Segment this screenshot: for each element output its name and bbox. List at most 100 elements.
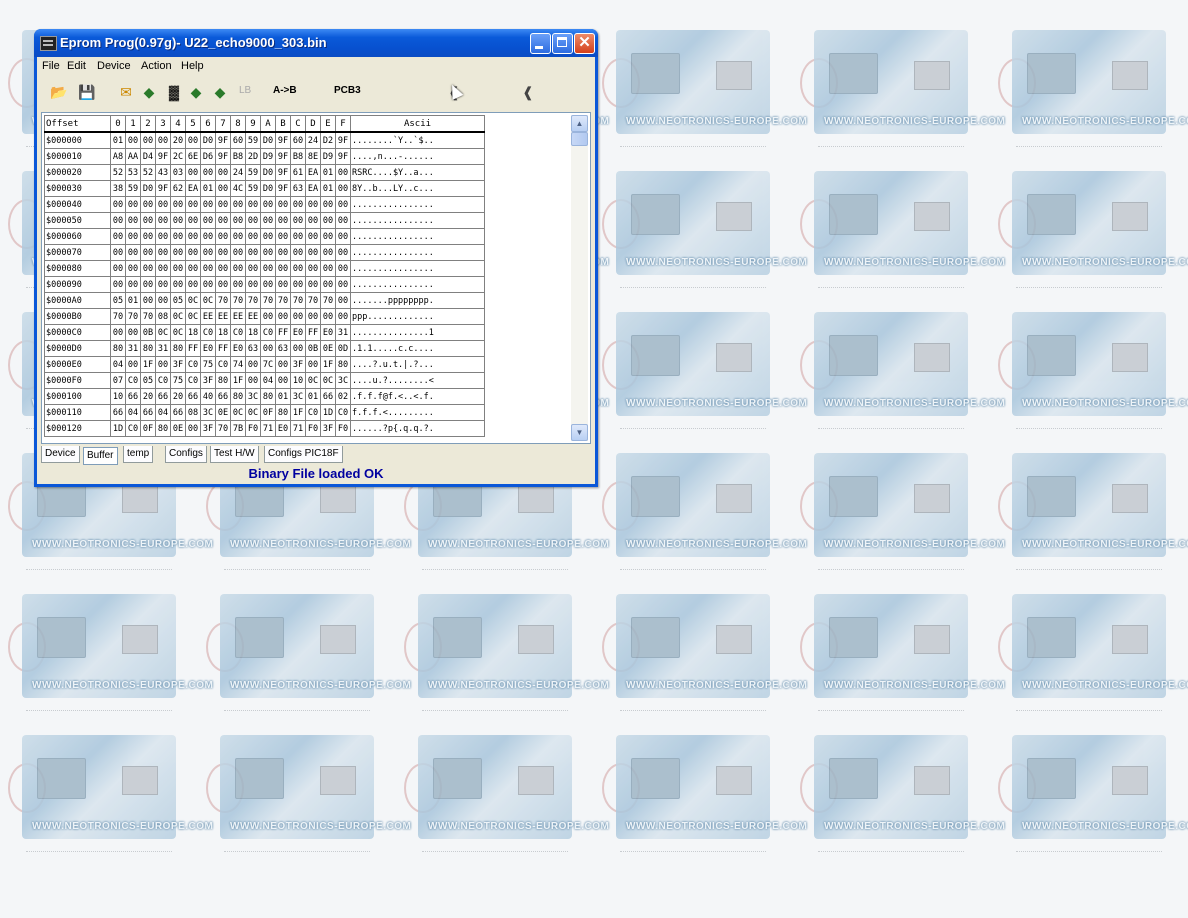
byte-cell[interactable]: 1F xyxy=(230,372,246,389)
byte-cell[interactable]: 59 xyxy=(125,180,141,197)
byte-cell[interactable]: 05 xyxy=(110,292,126,309)
byte-cell[interactable]: 20 xyxy=(140,388,156,405)
byte-cell[interactable]: 3F xyxy=(170,356,186,373)
byte-cell[interactable]: 75 xyxy=(170,372,186,389)
byte-cell[interactable]: 66 xyxy=(110,404,126,421)
byte-cell[interactable]: D4 xyxy=(140,148,156,165)
byte-cell[interactable]: 70 xyxy=(215,420,231,437)
byte-cell[interactable]: F0 xyxy=(305,420,321,437)
byte-cell[interactable]: 08 xyxy=(155,308,171,325)
hex-row[interactable]: $000070 00 00 00 00 00 00 00 00 00 00 00 00 00 00 00 00.… xyxy=(44,244,485,261)
byte-cell[interactable]: 00 xyxy=(290,276,306,293)
byte-cell[interactable]: 3F xyxy=(320,420,336,437)
erase-icon[interactable]: ▓ xyxy=(165,83,183,101)
byte-cell[interactable]: 00 xyxy=(305,260,321,277)
byte-cell[interactable]: 00 xyxy=(290,308,306,325)
menu-action[interactable]: Action xyxy=(141,60,172,72)
byte-cell[interactable]: 80 xyxy=(155,420,171,437)
byte-cell[interactable]: F0 xyxy=(245,420,261,437)
byte-cell[interactable]: 00 xyxy=(200,260,216,277)
byte-cell[interactable]: 0C xyxy=(170,308,186,325)
hex-row[interactable]: $000080 00 00 00 00 00 00 00 00 00 00 00 00 00 00 00 00.… xyxy=(44,260,485,277)
byte-cell[interactable]: 05 xyxy=(140,372,156,389)
byte-cell[interactable]: 66 xyxy=(320,388,336,405)
byte-cell[interactable]: C0 xyxy=(230,324,246,341)
scroll-up-button[interactable]: ▲ xyxy=(571,115,588,132)
byte-cell[interactable]: 3C xyxy=(290,388,306,405)
byte-cell[interactable]: 31 xyxy=(335,324,351,341)
byte-cell[interactable]: 9F xyxy=(275,131,291,149)
byte-cell[interactable]: 00 xyxy=(275,356,291,373)
byte-cell[interactable]: 2C xyxy=(170,148,186,165)
byte-cell[interactable]: EA xyxy=(185,180,201,197)
byte-cell[interactable]: 00 xyxy=(125,131,141,149)
byte-cell[interactable]: 3C xyxy=(335,372,351,389)
byte-cell[interactable]: 00 xyxy=(125,212,141,229)
byte-cell[interactable]: D9 xyxy=(320,148,336,165)
byte-cell[interactable]: 24 xyxy=(230,164,246,181)
byte-cell[interactable]: 00 xyxy=(155,292,171,309)
byte-cell[interactable]: 00 xyxy=(335,308,351,325)
byte-cell[interactable]: 00 xyxy=(185,196,201,213)
byte-cell[interactable]: 00 xyxy=(170,228,186,245)
byte-cell[interactable]: 00 xyxy=(155,131,171,149)
byte-cell[interactable]: 63 xyxy=(275,340,291,357)
hex-row[interactable]: $000100 10 66 20 66 20 66 40 66 80 3C 80 01 3C 01 66 02.… xyxy=(44,388,485,405)
byte-cell[interactable]: 70 xyxy=(215,292,231,309)
byte-cell[interactable]: 00 xyxy=(245,228,261,245)
byte-cell[interactable]: 00 xyxy=(185,244,201,261)
byte-cell[interactable]: 80 xyxy=(335,356,351,373)
byte-cell[interactable]: EE xyxy=(215,308,231,325)
byte-cell[interactable]: 00 xyxy=(200,196,216,213)
byte-cell[interactable]: 05 xyxy=(170,292,186,309)
byte-cell[interactable]: 00 xyxy=(305,276,321,293)
byte-cell[interactable]: 00 xyxy=(245,260,261,277)
byte-cell[interactable]: B8 xyxy=(290,148,306,165)
byte-cell[interactable]: 0D xyxy=(335,340,351,357)
byte-cell[interactable]: 00 xyxy=(305,212,321,229)
tab-buffer[interactable]: Buffer xyxy=(83,447,118,465)
byte-cell[interactable]: 00 xyxy=(335,164,351,181)
byte-cell[interactable]: 00 xyxy=(335,196,351,213)
byte-cell[interactable]: 9F xyxy=(155,148,171,165)
byte-cell[interactable]: 00 xyxy=(260,276,276,293)
byte-cell[interactable]: AA xyxy=(125,148,141,165)
hex-row[interactable]: $000000 01 00 00 00 20 00 D0 9F 60 59 D0 9F 60 24 D2 9F.… xyxy=(44,131,485,149)
hex-row[interactable]: $000010 A8 AA D4 9F 2C 6E D6 9F B8 2D D9 9F B8 8E D9 9F.… xyxy=(44,148,485,165)
byte-cell[interactable]: 0E xyxy=(320,340,336,357)
byte-cell[interactable]: 04 xyxy=(110,356,126,373)
byte-cell[interactable]: 00 xyxy=(215,228,231,245)
byte-cell[interactable]: 03 xyxy=(170,164,186,181)
hex-row[interactable]: $000020 52 53 52 43 03 00 00 00 24 59 D0 9F 61 EA 01 00 R… xyxy=(44,164,485,181)
byte-cell[interactable]: 00 xyxy=(245,372,261,389)
byte-cell[interactable]: 00 xyxy=(320,308,336,325)
byte-cell[interactable]: 00 xyxy=(260,244,276,261)
byte-cell[interactable]: E0 xyxy=(320,324,336,341)
byte-cell[interactable]: D0 xyxy=(260,180,276,197)
byte-cell[interactable]: 00 xyxy=(275,196,291,213)
hex-buffer-view[interactable]: Offset 0 1 2 3 4 5 6 7 8 9 A B C D E F Ascii $000000 01 00 0… xyxy=(41,112,591,444)
byte-cell[interactable]: 01 xyxy=(200,180,216,197)
byte-cell[interactable]: EE xyxy=(200,308,216,325)
byte-cell[interactable]: 66 xyxy=(215,388,231,405)
byte-cell[interactable]: 66 xyxy=(170,404,186,421)
byte-cell[interactable]: 04 xyxy=(155,404,171,421)
byte-cell[interactable]: 00 xyxy=(245,212,261,229)
byte-cell[interactable]: C0 xyxy=(155,372,171,389)
byte-cell[interactable]: 20 xyxy=(170,388,186,405)
byte-cell[interactable]: 00 xyxy=(275,308,291,325)
menu-edit[interactable]: Edit xyxy=(67,60,86,72)
byte-cell[interactable]: 40 xyxy=(200,388,216,405)
byte-cell[interactable]: 00 xyxy=(125,356,141,373)
tab-configs[interactable]: Configs xyxy=(165,446,207,463)
byte-cell[interactable]: 00 xyxy=(335,276,351,293)
hex-row[interactable]: $0000F0 07 C0 05 C0 75 C0 3F 80 1F 00 04 00 10 0C 0C 3C.… xyxy=(44,372,485,389)
byte-cell[interactable]: 70 xyxy=(305,292,321,309)
tab-test-hw[interactable]: Test H/W xyxy=(210,446,259,463)
byte-cell[interactable]: 00 xyxy=(110,228,126,245)
byte-cell[interactable]: 80 xyxy=(230,388,246,405)
byte-cell[interactable]: 00 xyxy=(290,244,306,261)
byte-cell[interactable]: 00 xyxy=(200,212,216,229)
byte-cell[interactable]: 80 xyxy=(110,340,126,357)
byte-cell[interactable]: 4C xyxy=(230,180,246,197)
